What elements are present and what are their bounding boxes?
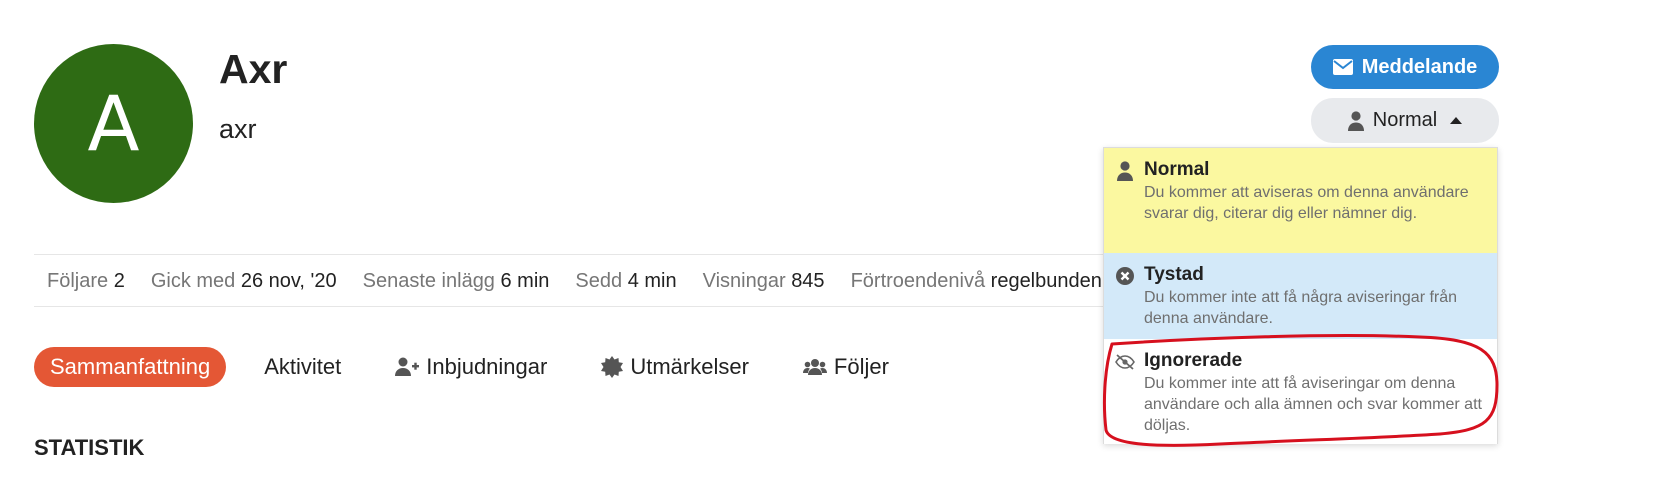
stat-last-post: Senaste inlägg 6 min <box>362 269 550 292</box>
avatar: A <box>34 44 193 203</box>
tab-badges[interactable]: Utmärkelser <box>585 347 765 387</box>
users-icon <box>802 359 827 375</box>
certificate-icon <box>601 356 624 378</box>
menu-item-muted[interactable]: Tystad Du kommer inte att få några avise… <box>1104 253 1497 339</box>
stat-views: Visningar 845 <box>702 269 825 292</box>
menu-item-normal[interactable]: Normal Du kommer att aviseras om denna a… <box>1104 148 1497 253</box>
user-icon <box>1347 110 1364 131</box>
avatar-letter: A <box>87 79 140 168</box>
tab-follows[interactable]: Följer <box>787 347 905 387</box>
divider-top <box>34 254 1104 255</box>
menu-item-description: Du kommer inte att få aviseringar om den… <box>1144 375 1482 434</box>
user-plus-icon <box>395 357 420 376</box>
divider-bottom <box>34 306 1104 307</box>
eye-slash-icon <box>1115 352 1135 372</box>
menu-item-title: Ignorerade <box>1144 350 1243 371</box>
circle-x-icon <box>1115 266 1135 286</box>
tab-summary[interactable]: Sammanfattning <box>34 347 227 387</box>
menu-item-description: Du kommer att aviseras om denna användar… <box>1144 184 1469 222</box>
stat-joined: Gick med 26 nov, '20 <box>150 269 337 292</box>
user-icon <box>1115 161 1135 181</box>
profile-nav: Sammanfattning Aktivitet Inbjudningar Ut… <box>34 347 905 387</box>
username: axr <box>219 114 257 144</box>
tab-invites[interactable]: Inbjudningar <box>379 347 563 387</box>
menu-item-title: Normal <box>1144 159 1210 180</box>
display-name: Axr <box>219 46 288 92</box>
section-title-statistics: STATISTIK <box>34 435 145 460</box>
stats-row: Följare 2 Gick med 26 nov, '20 Senaste i… <box>34 256 1102 306</box>
caret-up-icon <box>1450 117 1463 124</box>
stat-followers: Följare 2 <box>47 269 125 292</box>
notification-level-button[interactable]: Normal <box>1311 98 1499 143</box>
notification-level-menu: Normal Du kommer att aviseras om denna a… <box>1103 147 1498 444</box>
tab-activity[interactable]: Aktivitet <box>248 347 357 387</box>
stat-trust-level: Förtroendenivå regelbunden <box>850 269 1102 292</box>
menu-item-title: Tystad <box>1144 264 1204 285</box>
envelope-icon <box>1332 59 1353 75</box>
menu-item-ignored[interactable]: Ignorerade Du kommer inte att få aviseri… <box>1104 339 1497 444</box>
message-button[interactable]: Meddelande <box>1311 45 1499 89</box>
menu-item-description: Du kommer inte att få några aviseringar … <box>1144 289 1458 327</box>
stat-seen: Sedd 4 min <box>575 269 677 292</box>
